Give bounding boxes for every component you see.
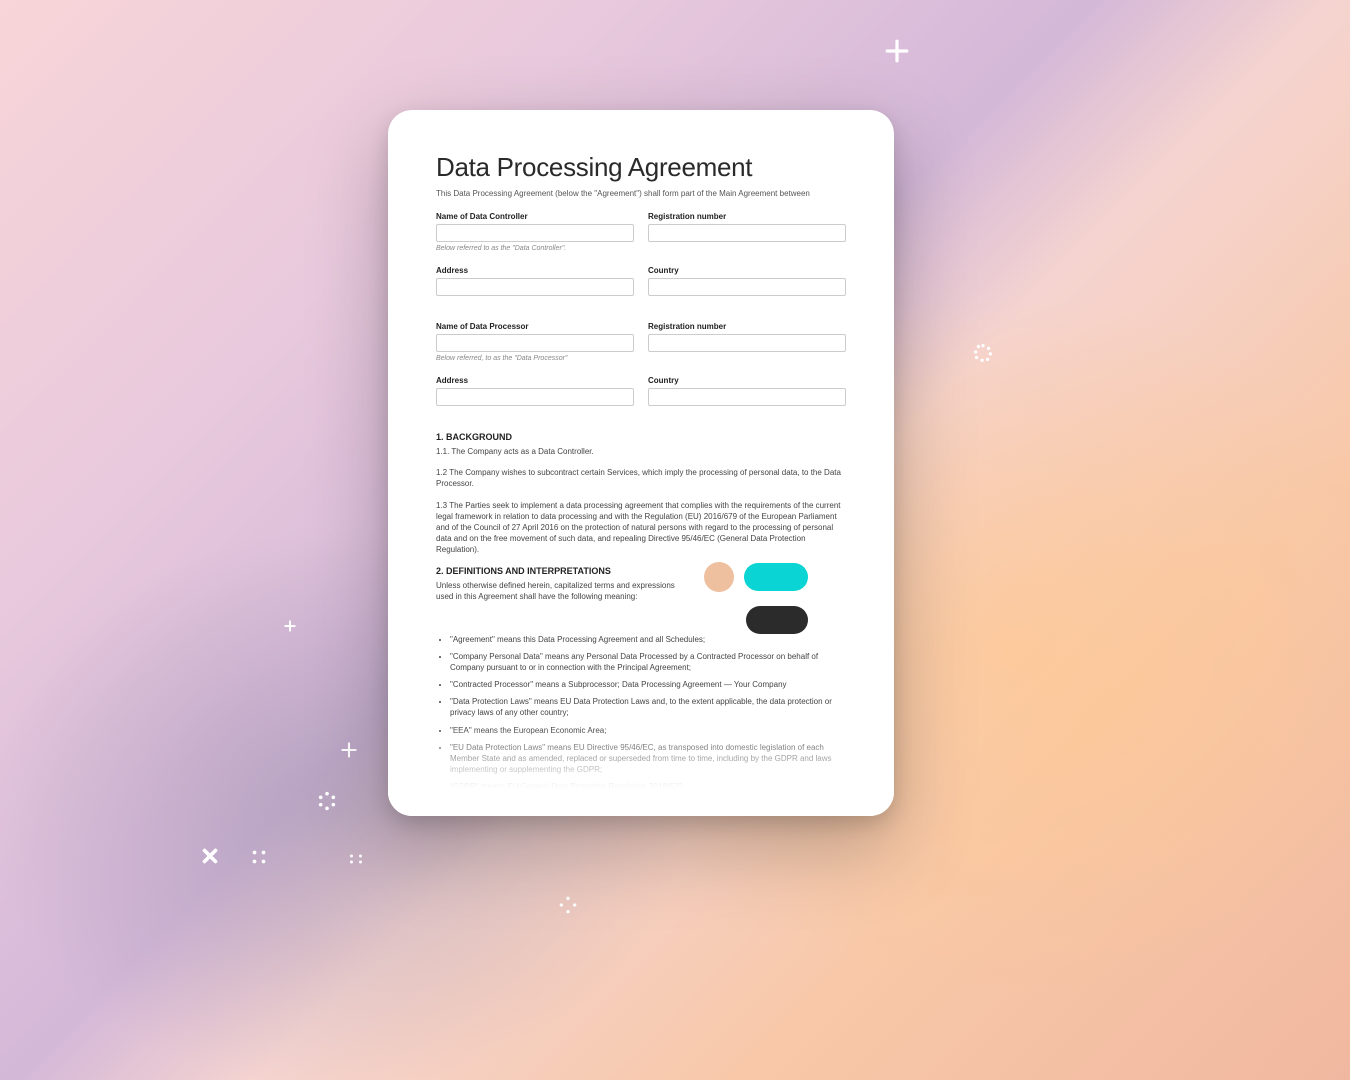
controller-addr-input[interactable]: [436, 278, 634, 296]
controller-row-2: Address Country: [436, 266, 846, 296]
controller-row-1: Name of Data Controller Registration num…: [436, 212, 846, 242]
definition-item: "Data Transfer" means: a transfer of Com…: [450, 799, 846, 816]
processor-name-input[interactable]: [436, 334, 634, 352]
processor-reg-label: Registration number: [648, 322, 846, 331]
processor-row-2: Address Country: [436, 376, 846, 406]
definitions-list: "Agreement" means this Data Processing A…: [436, 634, 846, 817]
processor-row-1: Name of Data Processor Registration numb…: [436, 322, 846, 352]
document-title: Data Processing Agreement: [436, 152, 846, 183]
accent-circle-peach: [704, 562, 734, 592]
definition-item: "GDPR" means EU General Data Protection …: [450, 781, 846, 792]
controller-country-label: Country: [648, 266, 846, 275]
definition-item: "Contracted Processor" means a Subproces…: [450, 679, 846, 690]
processor-name-label: Name of Data Processor: [436, 322, 634, 331]
definition-item: "Data Protection Laws" means EU Data Pro…: [450, 696, 846, 718]
processor-addr-input[interactable]: [436, 388, 634, 406]
section-1-head: 1. BACKGROUND: [436, 432, 846, 442]
section-2-head: 2. DEFINITIONS AND INTERPRETATIONS: [436, 566, 686, 576]
definition-subitem: a transfer of Company Personal Data from…: [464, 814, 846, 816]
intro-text: This Data Processing Agreement (below th…: [436, 189, 846, 198]
para-1-1: 1.1. The Company acts as a Data Controll…: [436, 446, 846, 457]
document-card: Data Processing Agreement This Data Proc…: [388, 110, 894, 816]
definition-item: "EU Data Protection Laws" means EU Direc…: [450, 742, 846, 776]
definition-item-label: "Data Transfer" means:: [450, 800, 533, 809]
section-2-intro: Unless otherwise defined herein, capital…: [436, 580, 686, 602]
processor-country-label: Country: [648, 376, 846, 385]
processor-reg-input[interactable]: [648, 334, 846, 352]
controller-country-input[interactable]: [648, 278, 846, 296]
definition-item: "Agreement" means this Data Processing A…: [450, 634, 846, 645]
para-1-2: 1.2 The Company wishes to subcontract ce…: [436, 467, 846, 489]
accent-pill-dark: [746, 606, 808, 634]
controller-name-input[interactable]: [436, 224, 634, 242]
controller-helper: Below referred to as the "Data Controlle…: [436, 245, 846, 252]
processor-addr-label: Address: [436, 376, 634, 385]
processor-country-input[interactable]: [648, 388, 846, 406]
controller-reg-label: Registration number: [648, 212, 846, 221]
accent-shapes: [704, 562, 808, 634]
definition-item: "EEA" means the European Economic Area;: [450, 725, 846, 736]
definition-item: "Company Personal Data" means any Person…: [450, 651, 846, 673]
processor-helper: Below referred, to as the "Data Processo…: [436, 355, 846, 362]
controller-addr-label: Address: [436, 266, 634, 275]
controller-reg-input[interactable]: [648, 224, 846, 242]
definition-sublist: a transfer of Company Personal Data from…: [450, 814, 846, 816]
accent-pill-cyan: [744, 563, 808, 591]
controller-name-label: Name of Data Controller: [436, 212, 634, 221]
para-1-3: 1.3 The Parties seek to implement a data…: [436, 500, 846, 556]
